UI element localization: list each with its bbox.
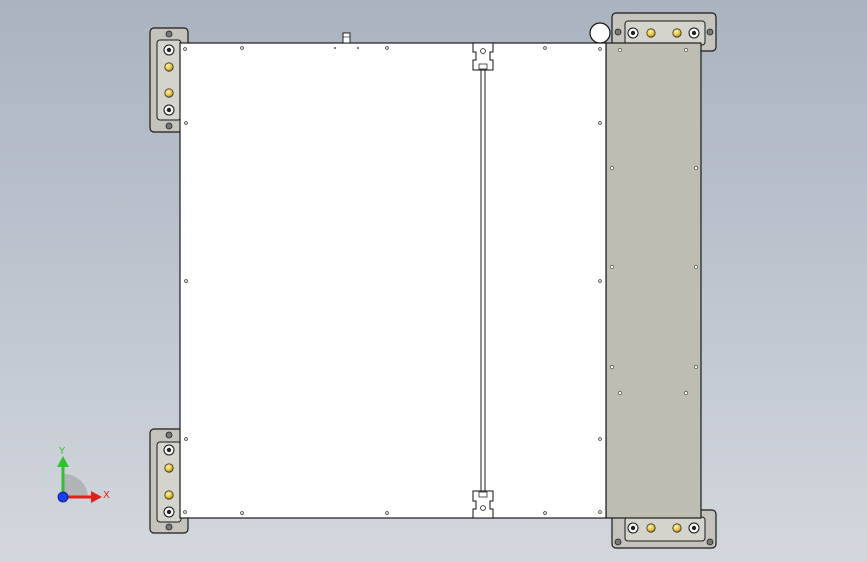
- bottom-clip[interactable]: [472, 490, 494, 519]
- side-rail[interactable]: [605, 42, 702, 519]
- y-axis-label: Y: [58, 446, 66, 457]
- orientation-triad: Y X: [57, 446, 110, 503]
- cad-graphics-area[interactable]: Y X: [0, 0, 867, 562]
- y-axis-arrowhead: [57, 456, 69, 467]
- round-sensor[interactable]: [589, 22, 611, 44]
- main-panel[interactable]: [179, 42, 607, 519]
- z-axis-dot: [57, 491, 69, 503]
- x-axis-arrowhead: [91, 491, 102, 503]
- top-tab[interactable]: [342, 32, 351, 44]
- top-clip[interactable]: [472, 42, 494, 71]
- x-axis-label: X: [103, 490, 110, 501]
- model-view[interactable]: Y X: [0, 0, 867, 562]
